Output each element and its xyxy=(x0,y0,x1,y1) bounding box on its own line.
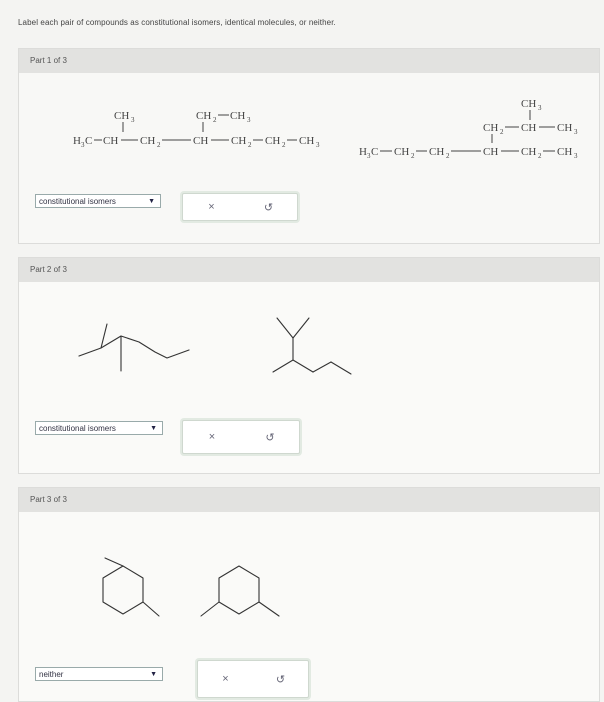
part-1-answer-dropdown[interactable]: constitutional isomers ▼ xyxy=(35,194,161,208)
part-3-answer-dropdown[interactable]: neither ▼ xyxy=(35,667,163,681)
svg-text:CH: CH xyxy=(299,135,314,147)
svg-text:2: 2 xyxy=(157,141,161,149)
undo-icon: ↺ xyxy=(263,201,274,214)
part-2-reset-button[interactable]: ↺ xyxy=(241,421,299,453)
part-1-header: Part 1 of 3 xyxy=(19,49,599,73)
svg-text:CH: CH xyxy=(557,122,572,134)
svg-text:CH: CH xyxy=(103,135,118,147)
svg-text:2: 2 xyxy=(500,128,504,136)
part-1-reset-button[interactable]: ↺ xyxy=(240,194,297,220)
part-2-selected-answer: constitutional isomers xyxy=(39,424,116,433)
caret-down-icon: ▼ xyxy=(150,671,157,678)
svg-text:H: H xyxy=(359,146,367,158)
caret-down-icon: ▼ xyxy=(150,425,157,432)
part-3-clear-button[interactable]: × xyxy=(198,661,253,697)
svg-text:3: 3 xyxy=(131,116,135,124)
svg-text:3: 3 xyxy=(574,152,578,160)
svg-text:2: 2 xyxy=(248,141,252,149)
svg-text:CH: CH xyxy=(265,135,280,147)
svg-text:CH: CH xyxy=(521,98,536,110)
svg-text:2: 2 xyxy=(282,141,286,149)
part-3-reset-button[interactable]: ↺ xyxy=(253,661,308,697)
part-1-clear-button[interactable]: × xyxy=(183,194,240,220)
part-3-button-group: × ↺ xyxy=(197,660,309,698)
instructions: Label each pair of compounds as constitu… xyxy=(18,18,336,27)
part-3-panel: Part 3 of 3 neither ▼ × ↺ xyxy=(18,487,600,702)
undo-icon: ↺ xyxy=(265,431,275,444)
svg-text:2: 2 xyxy=(213,116,217,124)
svg-text:CH: CH xyxy=(196,110,211,122)
x-icon: × xyxy=(208,201,215,213)
svg-text:CH: CH xyxy=(193,135,208,147)
svg-text:C: C xyxy=(371,146,378,158)
svg-text:H: H xyxy=(73,135,81,147)
part-3-body: neither ▼ × ↺ xyxy=(19,512,599,701)
part-2-panel: Part 2 of 3 constitutional isomers ▼ × ↺ xyxy=(18,257,600,474)
svg-text:2: 2 xyxy=(538,152,542,160)
svg-text:CH: CH xyxy=(114,110,129,122)
svg-text:CH: CH xyxy=(521,122,536,134)
svg-text:3: 3 xyxy=(574,128,578,136)
caret-down-icon: ▼ xyxy=(148,198,155,205)
part-1-structure-right: CH 3 CH 2 CH CH 3 H3 C CH 2 CH 2 CH CH 2 CH 3 xyxy=(359,98,578,160)
part-2-header: Part 2 of 3 xyxy=(19,258,599,282)
part-1-structure-left: CH 3 CH 2 CH 3 H3 C CH CH 2 CH CH 2 CH 2 CH 3 xyxy=(73,110,320,149)
undo-icon: ↺ xyxy=(275,673,286,686)
svg-text:CH: CH xyxy=(231,135,246,147)
svg-text:2: 2 xyxy=(446,152,450,160)
svg-text:CH: CH xyxy=(557,146,572,158)
part-2-structure-right xyxy=(272,317,352,375)
part-2-structure-left xyxy=(78,323,190,372)
part-2-clear-button[interactable]: × xyxy=(183,421,241,453)
svg-text:CH: CH xyxy=(140,135,155,147)
part-3-structure-left xyxy=(102,557,160,617)
part-2-body: constitutional isomers ▼ × ↺ xyxy=(19,282,599,473)
part-3-selected-answer: neither xyxy=(39,670,64,679)
part-1-button-group: × ↺ xyxy=(182,193,298,221)
part-1-selected-answer: constitutional isomers xyxy=(39,197,116,206)
svg-text:3: 3 xyxy=(247,116,251,124)
svg-text:CH: CH xyxy=(521,146,536,158)
part-1-panel: Part 1 of 3 CH 3 CH 2 CH 3 H3 C CH CH 2 CH C… xyxy=(18,48,600,244)
svg-text:CH: CH xyxy=(230,110,245,122)
svg-text:CH: CH xyxy=(483,122,498,134)
svg-text:2: 2 xyxy=(411,152,415,160)
part-3-header: Part 3 of 3 xyxy=(19,488,599,512)
svg-text:CH: CH xyxy=(429,146,444,158)
x-icon: × xyxy=(222,673,229,685)
part-3-structure-right xyxy=(200,565,280,617)
svg-text:C: C xyxy=(85,135,92,147)
svg-text:3: 3 xyxy=(316,141,320,149)
svg-text:CH: CH xyxy=(483,146,498,158)
x-icon: × xyxy=(208,431,216,443)
part-2-button-group: × ↺ xyxy=(182,420,300,454)
part-1-body: CH 3 CH 2 CH 3 H3 C CH CH 2 CH CH 2 CH 2 CH 3 C xyxy=(19,73,599,243)
svg-text:3: 3 xyxy=(538,104,542,112)
part-2-answer-dropdown[interactable]: constitutional isomers ▼ xyxy=(35,421,163,435)
svg-text:CH: CH xyxy=(394,146,409,158)
